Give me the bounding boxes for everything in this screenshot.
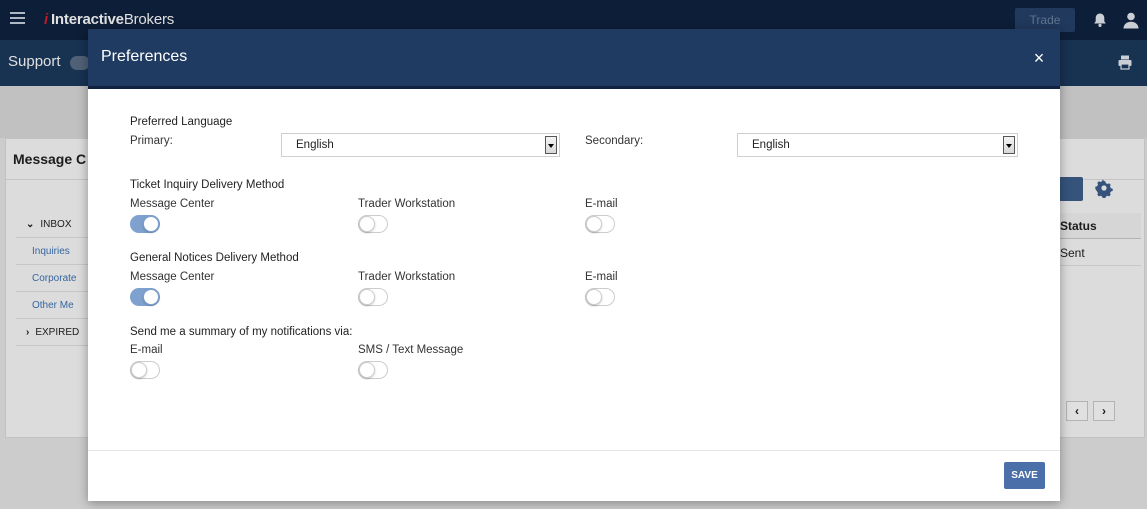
preferences-dialog: Preferences × Preferred Language Primary… xyxy=(88,29,1060,501)
ticket-message-center-toggle[interactable] xyxy=(130,215,160,233)
close-icon[interactable]: × xyxy=(1028,47,1050,69)
notices-message-center-label: Message Center xyxy=(130,271,215,283)
ticket-email-toggle[interactable] xyxy=(585,215,615,233)
toggle-knob xyxy=(143,289,159,305)
notices-email-toggle[interactable] xyxy=(585,288,615,306)
preferred-language-heading: Preferred Language xyxy=(130,116,233,128)
summary-heading: Send me a summary of my notifications vi… xyxy=(130,326,353,338)
notices-trader-workstation-toggle[interactable] xyxy=(358,288,388,306)
toggle-knob xyxy=(143,216,159,232)
ticket-message-center-label: Message Center xyxy=(130,198,215,210)
ticket-trader-workstation-toggle[interactable] xyxy=(358,215,388,233)
ticket-delivery-heading: Ticket Inquiry Delivery Method xyxy=(130,179,285,191)
toggle-knob xyxy=(359,362,375,378)
toggle-knob xyxy=(586,289,602,305)
primary-language-label: Primary: xyxy=(130,135,173,147)
primary-language-select[interactable]: English xyxy=(281,133,560,157)
footer-divider xyxy=(88,450,1060,451)
toggle-knob xyxy=(359,289,375,305)
notices-trader-workstation-label: Trader Workstation xyxy=(358,271,456,283)
notices-delivery-heading: General Notices Delivery Method xyxy=(130,252,299,264)
primary-language-value: English xyxy=(296,139,334,151)
notices-email-label: E-mail xyxy=(585,271,618,283)
toggle-knob xyxy=(131,362,147,378)
summary-sms-label: SMS / Text Message xyxy=(358,344,464,356)
dialog-header: Preferences × xyxy=(88,29,1060,89)
secondary-language-select[interactable]: English xyxy=(737,133,1018,157)
summary-email-toggle[interactable] xyxy=(130,361,160,379)
dropdown-arrow-icon xyxy=(545,136,557,154)
ticket-trader-workstation-label: Trader Workstation xyxy=(358,198,456,210)
toggle-knob xyxy=(359,216,375,232)
secondary-language-value: English xyxy=(752,139,790,151)
secondary-language-label: Secondary: xyxy=(585,135,644,147)
toggle-knob xyxy=(586,216,602,232)
dropdown-arrow-icon xyxy=(1003,136,1015,154)
summary-sms-toggle[interactable] xyxy=(358,361,388,379)
ticket-email-label: E-mail xyxy=(585,198,618,210)
save-button[interactable]: SAVE xyxy=(1004,462,1045,489)
notices-message-center-toggle[interactable] xyxy=(130,288,160,306)
summary-email-label: E-mail xyxy=(130,344,163,356)
dialog-title: Preferences xyxy=(101,48,188,65)
